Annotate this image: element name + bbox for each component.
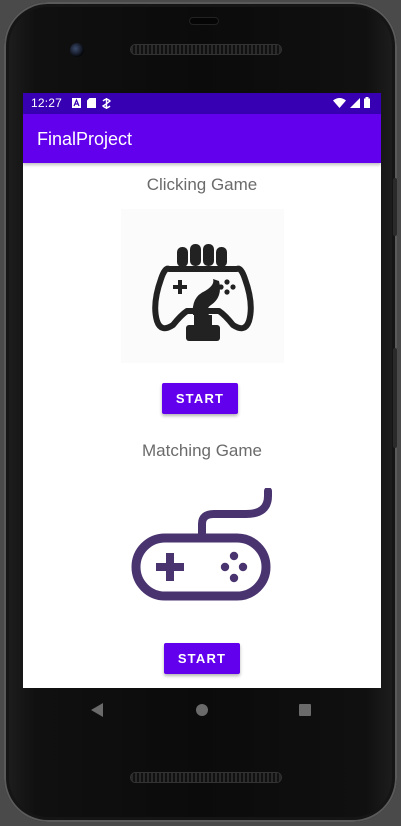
- status-system-icons: [333, 97, 370, 108]
- back-icon[interactable]: [88, 700, 108, 720]
- matching-game-title: Matching Game: [142, 441, 262, 460]
- top-speaker: [131, 45, 281, 54]
- app-title: FinalProject: [37, 129, 133, 149]
- signal-icon: [350, 97, 360, 108]
- clicking-game-title: Clicking Game: [146, 175, 258, 194]
- status-bar: 12:27: [23, 93, 381, 114]
- font-a-icon: [72, 98, 81, 108]
- data-saver-icon: [102, 98, 111, 109]
- device-screen: 12:27 FinalProject Clicking Game START M…: [23, 93, 381, 688]
- status-notification-icons: [72, 98, 111, 109]
- battery-icon: [364, 97, 370, 108]
- home-icon[interactable]: [192, 700, 212, 720]
- game-controller-fist-icon: [121, 209, 284, 363]
- navigation-bar: [23, 688, 381, 732]
- front-camera: [70, 43, 84, 57]
- matching-game-start-button[interactable]: START: [164, 643, 240, 674]
- wifi-icon: [333, 97, 346, 108]
- power-button: [393, 178, 397, 236]
- volume-button: [393, 348, 397, 448]
- app-bar: FinalProject: [23, 114, 381, 163]
- recents-icon[interactable]: [295, 700, 315, 720]
- clicking-game-start-button[interactable]: START: [162, 383, 238, 414]
- top-sensor: [189, 17, 219, 25]
- gamepad-icon: [131, 488, 272, 601]
- bottom-speaker: [131, 773, 281, 782]
- status-time: 12:27: [31, 96, 63, 110]
- sd-card-icon: [87, 98, 96, 108]
